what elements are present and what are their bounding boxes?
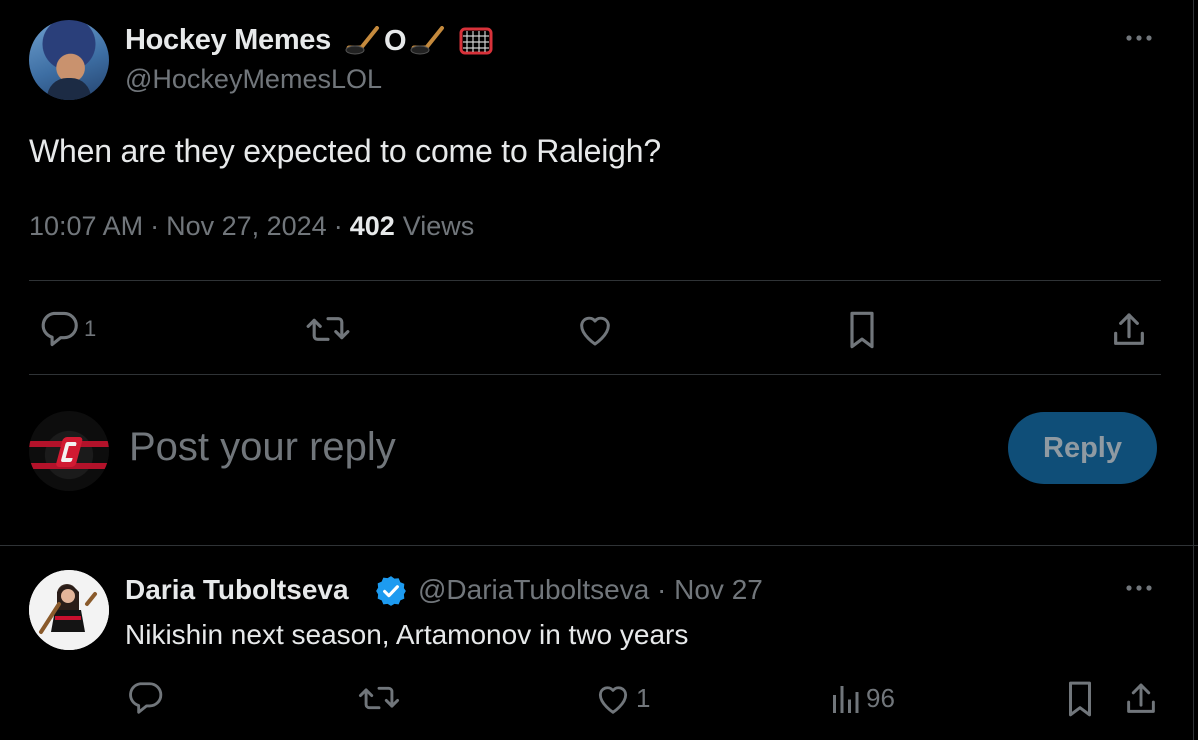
hockey-stick-puck-icon xyxy=(343,26,383,56)
share-icon xyxy=(1124,680,1158,718)
reply-author-avatar[interactable] xyxy=(29,570,109,650)
author-display-name[interactable]: Hockey Memes xyxy=(125,24,331,57)
reply-retweet-button[interactable] xyxy=(358,680,400,716)
reply-button[interactable]: 1 xyxy=(38,310,96,348)
divider xyxy=(29,374,1161,375)
my-avatar[interactable] xyxy=(29,411,109,491)
reply-reply-button[interactable] xyxy=(126,680,164,716)
meta-separator: · xyxy=(333,211,343,241)
reply-count: 1 xyxy=(84,316,97,341)
like-icon xyxy=(575,310,615,348)
more-options-icon[interactable] xyxy=(1124,28,1154,48)
reply-share-button[interactable] xyxy=(1124,680,1158,718)
views-count: 96 xyxy=(866,682,895,713)
section-divider xyxy=(0,545,1198,546)
share-icon xyxy=(1110,310,1148,350)
reply-input[interactable]: Post your reply xyxy=(129,425,396,470)
retweet-icon xyxy=(305,310,351,348)
share-button[interactable] xyxy=(1110,310,1148,350)
more-options-icon[interactable] xyxy=(1124,578,1154,598)
reply-tweet-text: Nikishin next season, Artamonov in two y… xyxy=(125,619,689,650)
like-icon xyxy=(594,680,632,716)
goal-net-icon xyxy=(458,25,494,57)
reply-icon xyxy=(38,310,80,348)
verified-badge-icon xyxy=(374,574,408,608)
reply-author-handle[interactable]: @DariaTuboltseva · Nov 27 xyxy=(418,574,763,606)
retweet-icon xyxy=(358,680,400,716)
like-button[interactable] xyxy=(575,310,615,348)
column-border xyxy=(1193,0,1194,740)
meta-separator: · xyxy=(150,211,160,241)
bookmark-icon xyxy=(845,310,879,350)
reply-icon xyxy=(126,680,164,716)
like-count: 1 xyxy=(636,682,651,713)
divider xyxy=(29,280,1161,281)
reply-views-button[interactable]: 96 xyxy=(830,680,895,716)
bookmark-button[interactable] xyxy=(845,310,879,350)
tweet-date[interactable]: Nov 27, 2024 xyxy=(166,211,327,242)
reply-bookmark-button[interactable] xyxy=(1064,680,1096,718)
author-avatar[interactable] xyxy=(29,20,109,100)
views-label: Views xyxy=(402,211,475,241)
name-emojis: O xyxy=(343,24,494,58)
reply-like-button[interactable]: 1 xyxy=(594,680,650,716)
tweet-time[interactable]: 10:07 AM xyxy=(29,211,143,242)
tweet-text: When are they expected to come to Raleig… xyxy=(29,133,661,169)
analytics-icon xyxy=(830,680,860,716)
views-count: 402 xyxy=(349,211,395,241)
retweet-button[interactable] xyxy=(305,310,351,348)
hockey-stick-puck-icon xyxy=(408,26,448,56)
letter-o-emoji: O xyxy=(384,24,407,57)
tweet-meta: 10:07 AM · Nov 27, 2024 · 402 Views xyxy=(29,211,474,242)
author-handle[interactable]: @HockeyMemesLOL xyxy=(125,64,382,95)
reply-author-name[interactable]: Daria Tuboltseva xyxy=(125,574,349,606)
bookmark-icon xyxy=(1064,680,1096,718)
reply-submit-button[interactable]: Reply xyxy=(1008,412,1157,484)
